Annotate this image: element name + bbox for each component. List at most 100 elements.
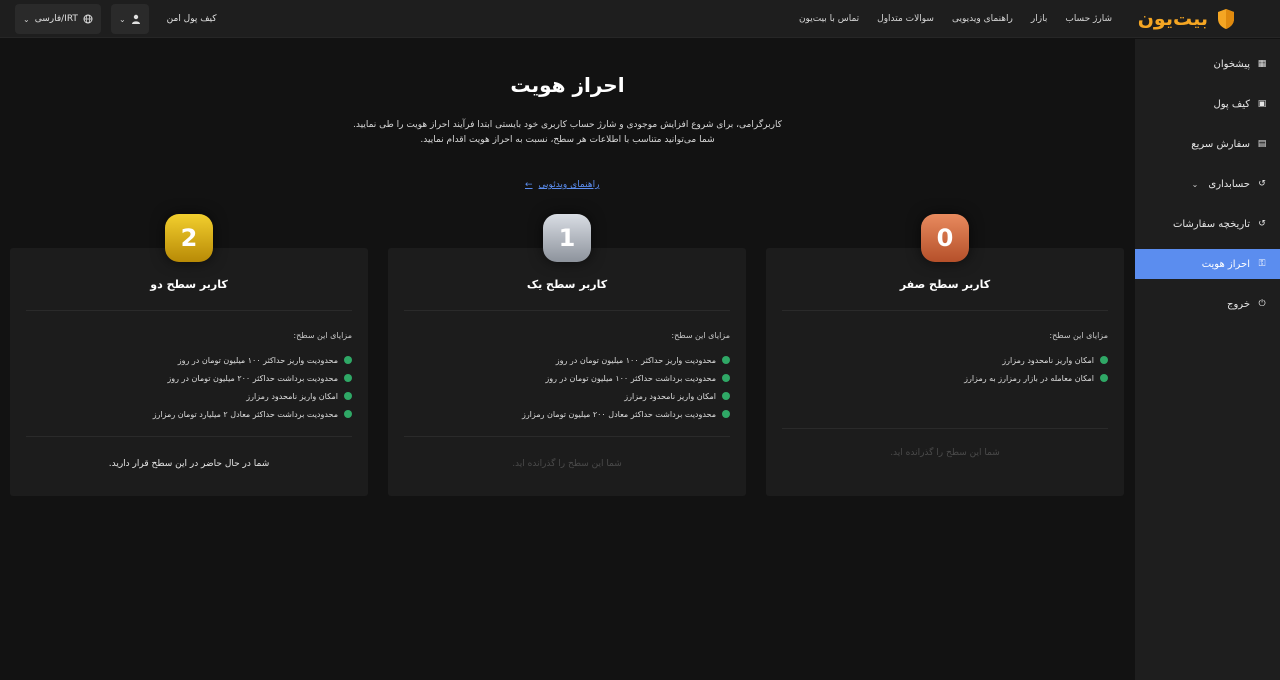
divider [782, 428, 1108, 429]
sidebar-item-label: احراز هویت [1201, 258, 1250, 270]
level-badge: 2 [165, 214, 213, 262]
sidebar: ▦ پیشخوان ▣ کیف پول ▤ سفارش سریع ↺ حسابد… [1135, 39, 1280, 680]
list-item: امکان واریز نامحدود رمزارز [964, 351, 1108, 369]
main-nav: شارژ حساب بازار راهنمای ویدیویی سوالات م… [799, 0, 1112, 38]
arrow-left-icon: ← [525, 180, 533, 190]
check-dot-icon [344, 374, 352, 382]
sidebar-item-label: خروج [1227, 298, 1250, 310]
power-icon: ⏻ [1258, 299, 1266, 309]
benefit-text: امکان واریز نامحدود رمزارز [624, 391, 716, 401]
level-badge: 0 [921, 214, 969, 262]
benefit-text: محدودیت واریز حداکثر ۱۰۰ میلیون تومان در… [177, 355, 338, 365]
sidebar-item-label: پیشخوان [1213, 58, 1250, 70]
benefit-text: امکان واریز نامحدود رمزارز [246, 391, 338, 401]
intro-line: شما می‌توانید متناسب با اطلاعات هر سطح، … [420, 135, 715, 145]
benefit-text: امکان معامله در بازار رمزارز به رمزارز [964, 373, 1094, 383]
list-item: امکان معامله در بازار رمزارز به رمزارز [964, 369, 1108, 387]
chevron-down-icon: ⌄ [118, 14, 126, 24]
language-currency-selector[interactable]: ⌄ فارسی/IRT [15, 4, 101, 34]
list-item: محدودیت برداشت حداکثر معادل ۲۰۰ میلیون ت… [522, 405, 730, 423]
nav-market[interactable]: بازار [1031, 14, 1047, 24]
chevron-down-icon: ⌄ [23, 14, 30, 24]
sidebar-item-order-history[interactable]: ↺ تاریخچه سفارشات [1135, 209, 1280, 239]
level-badge: 1 [543, 214, 591, 262]
secure-wallet-link[interactable]: کیف پول امن [167, 14, 217, 24]
benefits-heading: مزایای این سطح: [293, 331, 352, 340]
brand-name: بیت‌یون [1137, 8, 1208, 30]
benefits-heading: مزایای این سطح: [1049, 331, 1108, 340]
video-guide-label: راهنمای ویدئویی [538, 180, 600, 190]
check-dot-icon [722, 356, 730, 364]
sidebar-item-label: تاریخچه سفارشات [1172, 218, 1250, 230]
video-guide-link[interactable]: راهنمای ویدئویی ← [525, 180, 599, 190]
key-icon: ⚿ [1258, 259, 1266, 269]
check-dot-icon [722, 410, 730, 418]
level-title: کاربر سطح دو [150, 278, 228, 291]
level-title: کاربر سطح یک [526, 278, 608, 291]
level-status: شما در حال حاضر در این سطح قرار دارید. [108, 459, 270, 469]
benefits-list: محدودیت واریز حداکثر ۱۰۰ میلیون تومان در… [153, 351, 352, 423]
nav-charge-account[interactable]: شارژ حساب [1065, 14, 1112, 24]
check-dot-icon [722, 392, 730, 400]
divider [782, 310, 1108, 311]
shield-logo-icon [1218, 9, 1234, 29]
nav-contact[interactable]: تماس با بیت‌یون [799, 14, 859, 24]
check-dot-icon [344, 410, 352, 418]
chevron-down-icon: ⌄ [1191, 179, 1199, 189]
nav-faq[interactable]: سوالات متداول [877, 14, 934, 24]
brand-logo[interactable]: بیت‌یون [1138, 6, 1236, 32]
history-icon: ↺ [1258, 179, 1266, 189]
main-content: احراز هویت کاربرگرامی، برای شروع افزایش … [0, 39, 1135, 680]
sidebar-item-accounting[interactable]: ↺ حسابداری ⌄ [1135, 169, 1280, 199]
list-item: امکان واریز نامحدود رمزارز [153, 387, 352, 405]
intro-line: کاربرگرامی، برای شروع افزایش موجودی و شا… [353, 120, 782, 130]
check-dot-icon [1100, 374, 1108, 382]
list-item: محدودیت برداشت حداکثر معادل ۲ میلیارد تو… [153, 405, 352, 423]
level-status: شما این سطح را گذرانده اید. [890, 448, 1000, 458]
level-status: شما این سطح را گذرانده اید. [512, 459, 622, 469]
benefits-list: امکان واریز نامحدود رمزارز امکان معامله … [964, 351, 1108, 387]
divider [26, 310, 352, 311]
sidebar-item-label: کیف پول [1213, 98, 1250, 110]
nav-video-guide[interactable]: راهنمای ویدیویی [952, 14, 1013, 24]
benefit-text: محدودیت برداشت حداکثر ۲۰۰ میلیون تومان د… [167, 373, 338, 383]
list-item: محدودیت واریز حداکثر ۱۰۰ میلیون تومان در… [522, 351, 730, 369]
benefits-heading: مزایای این سطح: [671, 331, 730, 340]
globe-icon [83, 14, 93, 24]
user-menu-button[interactable]: ⌄ [110, 4, 149, 34]
divider [26, 436, 352, 437]
header-controls: کیف پول امن ⌄ ⌄ فارسی/IRT [15, 4, 217, 34]
user-icon [131, 14, 140, 24]
language-currency-label: فارسی/IRT [34, 14, 78, 24]
sidebar-item-label: سفارش سریع [1191, 138, 1250, 150]
benefit-text: امکان واریز نامحدود رمزارز [1002, 355, 1094, 365]
benefit-text: محدودیت برداشت حداکثر معادل ۲ میلیارد تو… [152, 409, 338, 419]
check-dot-icon [1100, 356, 1108, 364]
benefit-text: محدودیت برداشت حداکثر معادل ۲۰۰ میلیون ت… [521, 409, 716, 419]
list-item: محدودیت واریز حداکثر ۱۰۰ میلیون تومان در… [153, 351, 352, 369]
list-item: محدودیت برداشت حداکثر ۱۰۰ میلیون تومان د… [522, 369, 730, 387]
check-dot-icon [344, 392, 352, 400]
level-card-zero: 0 کاربر سطح صفر مزایای این سطح: امکان وا… [766, 214, 1124, 496]
check-dot-icon [344, 356, 352, 364]
divider [404, 310, 730, 311]
intro-text: کاربرگرامی، برای شروع افزایش موجودی و شا… [0, 118, 1135, 148]
wallet-icon: ▣ [1257, 99, 1267, 109]
sidebar-item-quick-order[interactable]: ▤ سفارش سریع [1135, 129, 1280, 159]
history-icon: ↺ [1258, 219, 1266, 229]
level-title: کاربر سطح صفر [899, 278, 991, 291]
benefit-text: محدودیت برداشت حداکثر ۱۰۰ میلیون تومان د… [545, 373, 716, 383]
sidebar-item-dashboard[interactable]: ▦ پیشخوان [1135, 49, 1280, 79]
sidebar-item-label: حسابداری [1208, 178, 1250, 190]
level-card-one: 1 کاربر سطح یک مزایای این سطح: محدودیت و… [388, 214, 746, 496]
list-item: محدودیت برداشت حداکثر ۲۰۰ میلیون تومان د… [153, 369, 352, 387]
sidebar-item-logout[interactable]: ⏻ خروج [1135, 289, 1280, 319]
page-title: احراز هویت [510, 73, 625, 97]
document-icon: ▤ [1257, 139, 1267, 149]
list-item: امکان واریز نامحدود رمزارز [522, 387, 730, 405]
sidebar-item-wallet[interactable]: ▣ کیف پول [1135, 89, 1280, 119]
sidebar-item-verification[interactable]: ⚿ احراز هویت [1135, 249, 1280, 279]
divider [404, 436, 730, 437]
benefits-list: محدودیت واریز حداکثر ۱۰۰ میلیون تومان در… [522, 351, 730, 423]
check-dot-icon [722, 374, 730, 382]
